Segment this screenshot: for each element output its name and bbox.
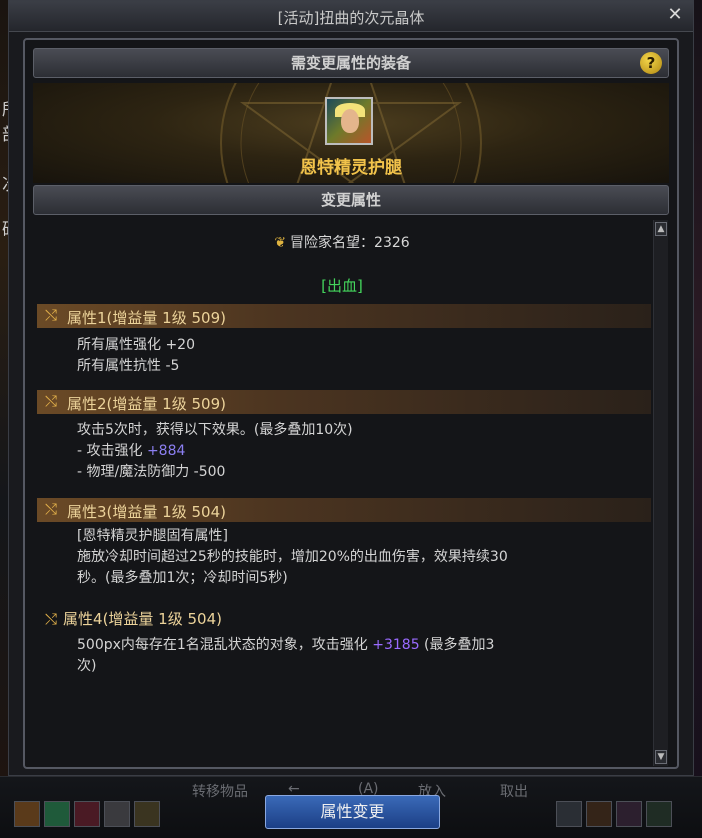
property-2-line-3: - 物理/魔法防御力 -500	[77, 464, 226, 480]
property-4-line-1: 500px内每存在1名混乱状态的对象，攻击强化 +3185 (最多叠加3	[77, 634, 494, 654]
equipment-header-label: 需变更属性的装备	[290, 54, 411, 72]
property-1-meta: (增益量 1级 509)	[106, 309, 226, 327]
scroll-up-icon[interactable]: ▲	[655, 222, 667, 236]
title-bar[interactable]: [活动]扭曲的次元晶体 ✕	[9, 1, 693, 32]
property-2-bar: ⤭ 属性2(增益量 1级 509)	[37, 390, 651, 414]
quickslot-7[interactable]	[586, 801, 612, 827]
property-1-line-2: 所有属性抗性 -5	[77, 358, 180, 374]
quickslot-3[interactable]	[74, 801, 100, 827]
shuffle-icon: ⤭	[45, 392, 58, 410]
fame-icon: ❦	[274, 235, 287, 251]
scrollbar[interactable]: ▲ ▼	[653, 220, 668, 766]
property-3-title: 属性3	[67, 503, 107, 521]
apply-attribute-change-button[interactable]: 属性变更	[265, 795, 440, 829]
quickslot-8[interactable]	[616, 801, 642, 827]
quickslot-5[interactable]	[134, 801, 160, 827]
property-1-title: 属性1	[67, 309, 107, 327]
property-2-line-2-text: - 攻击强化	[77, 443, 147, 459]
equipment-header: 需变更属性的装备 ?	[33, 48, 669, 78]
quickslot-9[interactable]	[646, 801, 672, 827]
property-2-meta: (增益量 1级 509)	[106, 395, 226, 413]
dimension-crystal-window: [活动]扭曲的次元晶体 ✕ 需变更属性的装备 ? 恩特精灵护腿 变更属性 ❦ 冒…	[8, 0, 694, 776]
quickslot-2[interactable]	[44, 801, 70, 827]
ghost-text-take-out: 取出	[500, 784, 528, 800]
property-4-meta: (增益量 1级 504)	[102, 610, 222, 628]
ghost-text-transfer: 转移物品	[192, 784, 248, 800]
property-4-line-1-text: 500px内每存在1名混乱状态的对象，攻击强化	[77, 637, 373, 653]
item-display-area: 恩特精灵护腿	[33, 83, 669, 183]
item-name: 恩特精灵护腿	[300, 158, 402, 178]
property-2-line-1: 攻击5次时，获得以下效果。(最多叠加10次)	[77, 422, 353, 438]
property-3-meta: (增益量 1级 504)	[106, 503, 226, 521]
property-3-line-1: [恩特精灵护腿固有属性]	[77, 528, 228, 544]
fame-label: 冒险家名望：2326	[290, 235, 410, 251]
close-icon[interactable]: ✕	[665, 5, 685, 25]
fame-line: ❦ 冒险家名望：2326	[33, 232, 651, 252]
shuffle-icon: ⤭	[45, 610, 58, 628]
property-2-value: +884	[146, 443, 186, 459]
change-attribute-label: 变更属性	[320, 191, 381, 209]
property-3-line-3: 秒。(最多叠加1次；冷却时间5秒)	[77, 570, 288, 586]
main-frame: 需变更属性的装备 ? 恩特精灵护腿 变更属性 ❦ 冒险家名望：2326 [出血]…	[23, 38, 679, 769]
property-4-title-row: ⤭ 属性4(增益量 1级 504)	[45, 608, 222, 629]
property-1-bar: ⤭ 属性1(增益量 1级 509)	[37, 304, 651, 328]
attribute-list[interactable]: ❦ 冒险家名望：2326 [出血] ⤭ 属性1(增益量 1级 509) 所有属性强…	[33, 220, 651, 766]
property-4-line-1-suffix: (最多叠加3	[419, 637, 495, 653]
property-3-line-2: 施放冷却时间超过25秒的技能时，增加20%的出血伤害，效果持续30	[77, 549, 508, 565]
scroll-down-icon[interactable]: ▼	[655, 750, 667, 764]
quickslot-1[interactable]	[14, 801, 40, 827]
change-attribute-header: 变更属性	[33, 185, 669, 215]
window-title: [活动]扭曲的次元晶体	[277, 9, 425, 27]
property-4-title: 属性4	[63, 610, 103, 628]
help-icon[interactable]: ?	[640, 52, 662, 74]
equipment-item-icon[interactable]	[325, 97, 373, 145]
property-4-line-2: 次)	[77, 658, 97, 674]
property-2-line-2: - 攻击强化 +884	[77, 440, 185, 460]
bottom-bar: 转移物品 ← (A) 放入 取出 属性变更	[0, 776, 702, 838]
property-1-line-1: 所有属性强化 +20	[77, 337, 195, 353]
property-2-title: 属性2	[67, 395, 107, 413]
quickslot-4[interactable]	[104, 801, 130, 827]
property-3-bar: ⤭ 属性3(增益量 1级 504)	[37, 498, 651, 522]
property-4-value: +3185	[372, 637, 420, 653]
quickslot-6[interactable]	[556, 801, 582, 827]
category-label: [出血]	[321, 277, 363, 295]
shuffle-icon: ⤭	[45, 306, 58, 324]
shuffle-icon: ⤭	[45, 500, 58, 518]
